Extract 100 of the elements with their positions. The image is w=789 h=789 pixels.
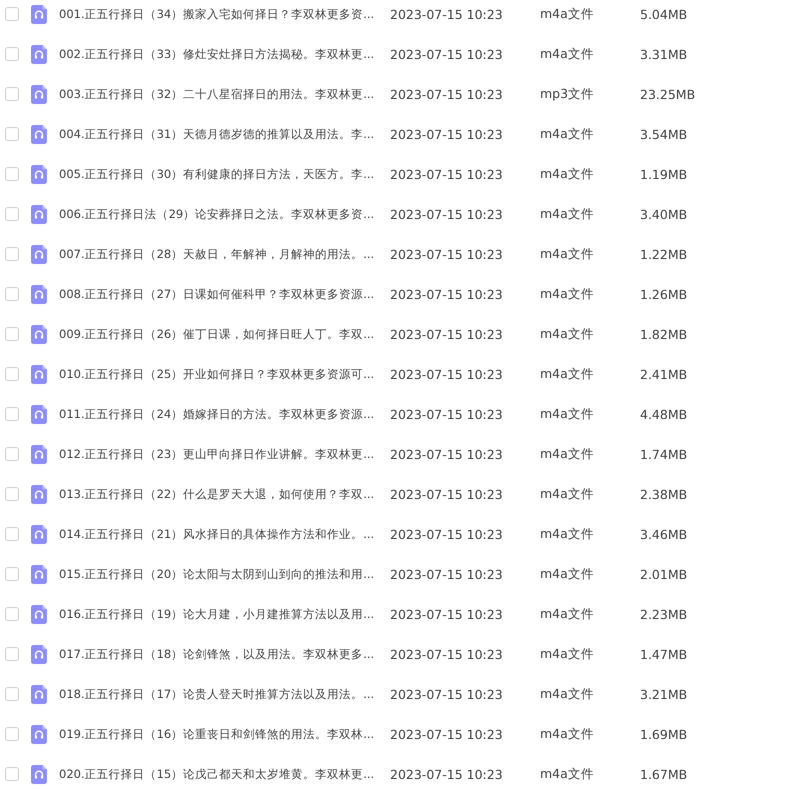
checkbox[interactable] bbox=[5, 447, 19, 461]
audio-file-icon bbox=[31, 524, 47, 544]
file-size: 1.19MB bbox=[640, 166, 688, 182]
file-type: m4a文件 bbox=[540, 366, 595, 382]
file-type: m4a文件 bbox=[540, 646, 595, 662]
modified-date: 2023-07-15 10:23 bbox=[390, 606, 504, 622]
checkbox[interactable] bbox=[5, 647, 19, 661]
checkbox[interactable] bbox=[5, 727, 19, 741]
audio-file-icon bbox=[31, 244, 47, 264]
checkbox[interactable] bbox=[5, 7, 19, 21]
checkbox[interactable] bbox=[5, 127, 19, 141]
file-size: 2.38MB bbox=[640, 486, 688, 502]
checkbox[interactable] bbox=[5, 407, 19, 421]
modified-date: 2023-07-15 10:23 bbox=[390, 206, 504, 222]
file-name[interactable]: 002.正五行择日（33）修灶安灶择日方法揭秘。李双林更... bbox=[59, 46, 384, 62]
file-size: 4.48MB bbox=[640, 406, 688, 422]
modified-date: 2023-07-15 10:23 bbox=[390, 286, 504, 302]
file-type: m4a文件 bbox=[540, 526, 595, 542]
checkbox[interactable] bbox=[5, 487, 19, 501]
modified-date: 2023-07-15 10:23 bbox=[390, 686, 504, 702]
file-type: m4a文件 bbox=[540, 46, 595, 62]
file-name[interactable]: 018.正五行择日（17）论贵人登天时推算方法以及用法。... bbox=[59, 686, 384, 702]
audio-file-icon bbox=[31, 124, 47, 144]
file-size: 2.01MB bbox=[640, 566, 688, 582]
checkbox[interactable] bbox=[5, 767, 19, 781]
checkbox[interactable] bbox=[5, 167, 19, 181]
file-type: m4a文件 bbox=[540, 6, 595, 22]
file-name[interactable]: 006.正五行择日法（29）论安葬择日之法。李双林更多资... bbox=[59, 206, 384, 222]
file-type: m4a文件 bbox=[540, 166, 595, 182]
audio-file-icon bbox=[31, 164, 47, 184]
file-name[interactable]: 019.正五行择日（16）论重丧日和剑锋煞的用法。李双林... bbox=[59, 726, 384, 742]
file-name[interactable]: 001.正五行择日（34）搬家入宅如何择日？李双林更多资... bbox=[59, 6, 384, 22]
file-size: 3.21MB bbox=[640, 686, 688, 702]
modified-date: 2023-07-15 10:23 bbox=[390, 766, 504, 782]
file-size: 1.74MB bbox=[640, 446, 688, 462]
file-size: 5.04MB bbox=[640, 6, 688, 22]
file-name[interactable]: 010.正五行择日（25）开业如何择日？李双林更多资源可... bbox=[59, 366, 384, 382]
file-name[interactable]: 011.正五行择日（24）婚嫁择日的方法。李双林更多资源... bbox=[59, 406, 384, 422]
file-size: 3.54MB bbox=[640, 126, 688, 142]
modified-date: 2023-07-15 10:23 bbox=[390, 366, 504, 382]
file-size: 3.31MB bbox=[640, 46, 688, 62]
audio-file-icon bbox=[31, 444, 47, 464]
file-type: m4a文件 bbox=[540, 726, 595, 742]
modified-date: 2023-07-15 10:23 bbox=[390, 486, 504, 502]
file-type: m4a文件 bbox=[540, 686, 595, 702]
file-type: m4a文件 bbox=[540, 606, 595, 622]
checkbox[interactable] bbox=[5, 287, 19, 301]
file-name[interactable]: 008.正五行择日（27）日课如何催科甲？李双林更多资源... bbox=[59, 286, 384, 302]
audio-file-icon bbox=[31, 84, 47, 104]
checkbox[interactable] bbox=[5, 527, 19, 541]
file-size: 1.22MB bbox=[640, 246, 688, 262]
file-size: 1.26MB bbox=[640, 286, 688, 302]
file-name[interactable]: 009.正五行择日（26）催丁日课，如何择日旺人丁。李双... bbox=[59, 326, 384, 342]
modified-date: 2023-07-15 10:23 bbox=[390, 126, 504, 142]
modified-date: 2023-07-15 10:23 bbox=[390, 406, 504, 422]
file-name[interactable]: 005.正五行择日（30）有利健康的择日方法，天医方。李... bbox=[59, 166, 384, 182]
modified-date: 2023-07-15 10:23 bbox=[390, 166, 504, 182]
audio-file-icon bbox=[31, 324, 47, 344]
checkbox[interactable] bbox=[5, 687, 19, 701]
checkbox[interactable] bbox=[5, 327, 19, 341]
file-name[interactable]: 014.正五行择日（21）风水择日的具体操作方法和作业。... bbox=[59, 526, 384, 542]
checkbox[interactable] bbox=[5, 607, 19, 621]
modified-date: 2023-07-15 10:23 bbox=[390, 326, 504, 342]
audio-file-icon bbox=[31, 724, 47, 744]
file-size: 1.67MB bbox=[640, 766, 688, 782]
file-type: m4a文件 bbox=[540, 486, 595, 502]
file-name[interactable]: 012.正五行择日（23）更山甲向择日作业讲解。李双林更... bbox=[59, 446, 384, 462]
checkbox[interactable] bbox=[5, 87, 19, 101]
file-name[interactable]: 004.正五行择日（31）天德月德岁德的推算以及用法。李... bbox=[59, 126, 384, 142]
modified-date: 2023-07-15 10:23 bbox=[390, 526, 504, 542]
file-name[interactable]: 007.正五行择日（28）天赦日，年解神，月解神的用法。... bbox=[59, 246, 384, 262]
file-type: mp3文件 bbox=[540, 86, 596, 102]
modified-date: 2023-07-15 10:23 bbox=[390, 6, 504, 22]
file-type: m4a文件 bbox=[540, 406, 595, 422]
checkbox[interactable] bbox=[5, 567, 19, 581]
modified-date: 2023-07-15 10:23 bbox=[390, 246, 504, 262]
file-type: m4a文件 bbox=[540, 206, 595, 222]
checkbox[interactable] bbox=[5, 47, 19, 61]
checkbox[interactable] bbox=[5, 367, 19, 381]
audio-file-icon bbox=[31, 4, 47, 24]
file-type: m4a文件 bbox=[540, 246, 595, 262]
file-name[interactable]: 020.正五行择日（15）论戊己都天和太岁堆黄。李双林更... bbox=[59, 766, 384, 782]
checkbox[interactable] bbox=[5, 247, 19, 261]
file-type: m4a文件 bbox=[540, 446, 595, 462]
audio-file-icon bbox=[31, 684, 47, 704]
file-size: 2.23MB bbox=[640, 606, 688, 622]
audio-file-icon bbox=[31, 44, 47, 64]
file-name[interactable]: 003.正五行择日（32）二十八星宿择日的用法。李双林更... bbox=[59, 86, 384, 102]
file-size: 1.82MB bbox=[640, 326, 688, 342]
file-name[interactable]: 013.正五行择日（22）什么是罗天大退，如何使用？李双... bbox=[59, 486, 384, 502]
file-name[interactable]: 015.正五行择日（20）论太阳与太阴到山到向的推法和用... bbox=[59, 566, 384, 582]
file-name[interactable]: 017.正五行择日（18）论剑锋煞，以及用法。李双林更多... bbox=[59, 646, 384, 662]
audio-file-icon bbox=[31, 364, 47, 384]
modified-date: 2023-07-15 10:23 bbox=[390, 446, 504, 462]
file-size: 23.25MB bbox=[640, 86, 696, 102]
file-name[interactable]: 016.正五行择日（19）论大月建，小月建推算方法以及用... bbox=[59, 606, 384, 622]
audio-file-icon bbox=[31, 204, 47, 224]
modified-date: 2023-07-15 10:23 bbox=[390, 86, 504, 102]
checkbox[interactable] bbox=[5, 207, 19, 221]
audio-file-icon bbox=[31, 564, 47, 584]
